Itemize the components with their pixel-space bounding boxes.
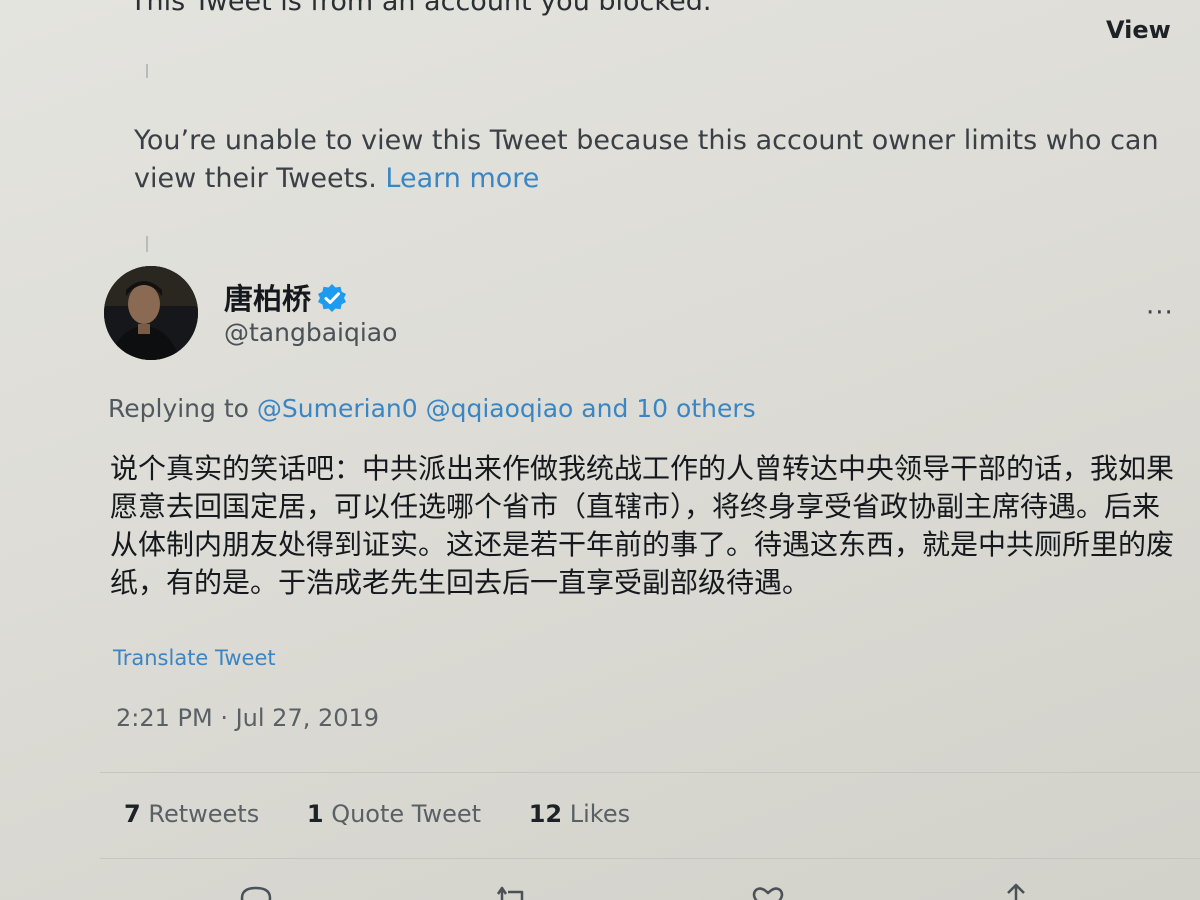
avatar[interactable] (104, 266, 198, 360)
retweets-label: Retweets (148, 800, 260, 828)
verified-badge-icon (318, 284, 346, 312)
avatar-photo (104, 266, 198, 360)
quote-tweets-stat[interactable]: 1 Quote Tweet (307, 800, 481, 828)
quote-tweets-count: 1 (306, 800, 324, 828)
tweet-stats: 7 Retweets 1 Quote Tweet 12 Likes (124, 800, 670, 828)
learn-more-link[interactable]: Learn more (385, 163, 539, 194)
likes-label: Likes (569, 800, 631, 828)
limited-notice-text: You’re unable to view this Tweet because… (134, 125, 1159, 194)
thread-line (146, 236, 148, 252)
tweet-text: 说个真实的笑话吧：中共派出来作做我统战工作的人曾转达中央领导干部的话，我如果愿意… (110, 452, 1175, 599)
more-horizontal-icon[interactable]: ··· (1146, 298, 1174, 328)
translate-tweet-link[interactable]: Translate Tweet (113, 646, 276, 670)
likes-count: 12 (528, 800, 563, 828)
replying-to: Replying to @Sumerian0 @qqiaoqiao and 10… (108, 394, 756, 423)
tweet-detail-screen: This Tweet is from an account you blocke… (0, 0, 1200, 900)
limited-tweet-notice: You’re unable to view this Tweet because… (134, 122, 1164, 198)
user-handle[interactable]: @tangbaiqiao (224, 318, 397, 347)
like-icon[interactable] (748, 880, 788, 900)
replying-prefix: Replying to (108, 394, 249, 423)
reply-icon[interactable] (236, 880, 276, 900)
divider (100, 858, 1200, 859)
view-button[interactable]: View (1106, 16, 1171, 44)
divider (100, 772, 1200, 773)
retweets-stat[interactable]: 7 Retweets (124, 800, 259, 828)
retweet-icon[interactable] (492, 880, 532, 900)
retweets-count: 7 (124, 800, 141, 828)
likes-stat[interactable]: 12 Likes (529, 800, 630, 828)
quote-tweets-label: Quote Tweet (331, 800, 482, 828)
thread-line (146, 64, 148, 78)
replying-mentions-link[interactable]: @Sumerian0 @qqiaoqiao (257, 394, 573, 423)
replying-others-link[interactable]: and 10 others (581, 394, 755, 423)
share-icon[interactable] (996, 880, 1036, 900)
tweet-timestamp[interactable]: 2:21 PM · Jul 27, 2019 (116, 704, 379, 732)
blocked-tweet-notice: This Tweet is from an account you blocke… (130, 0, 712, 17)
display-name[interactable]: 唐柏桥 (224, 276, 311, 318)
